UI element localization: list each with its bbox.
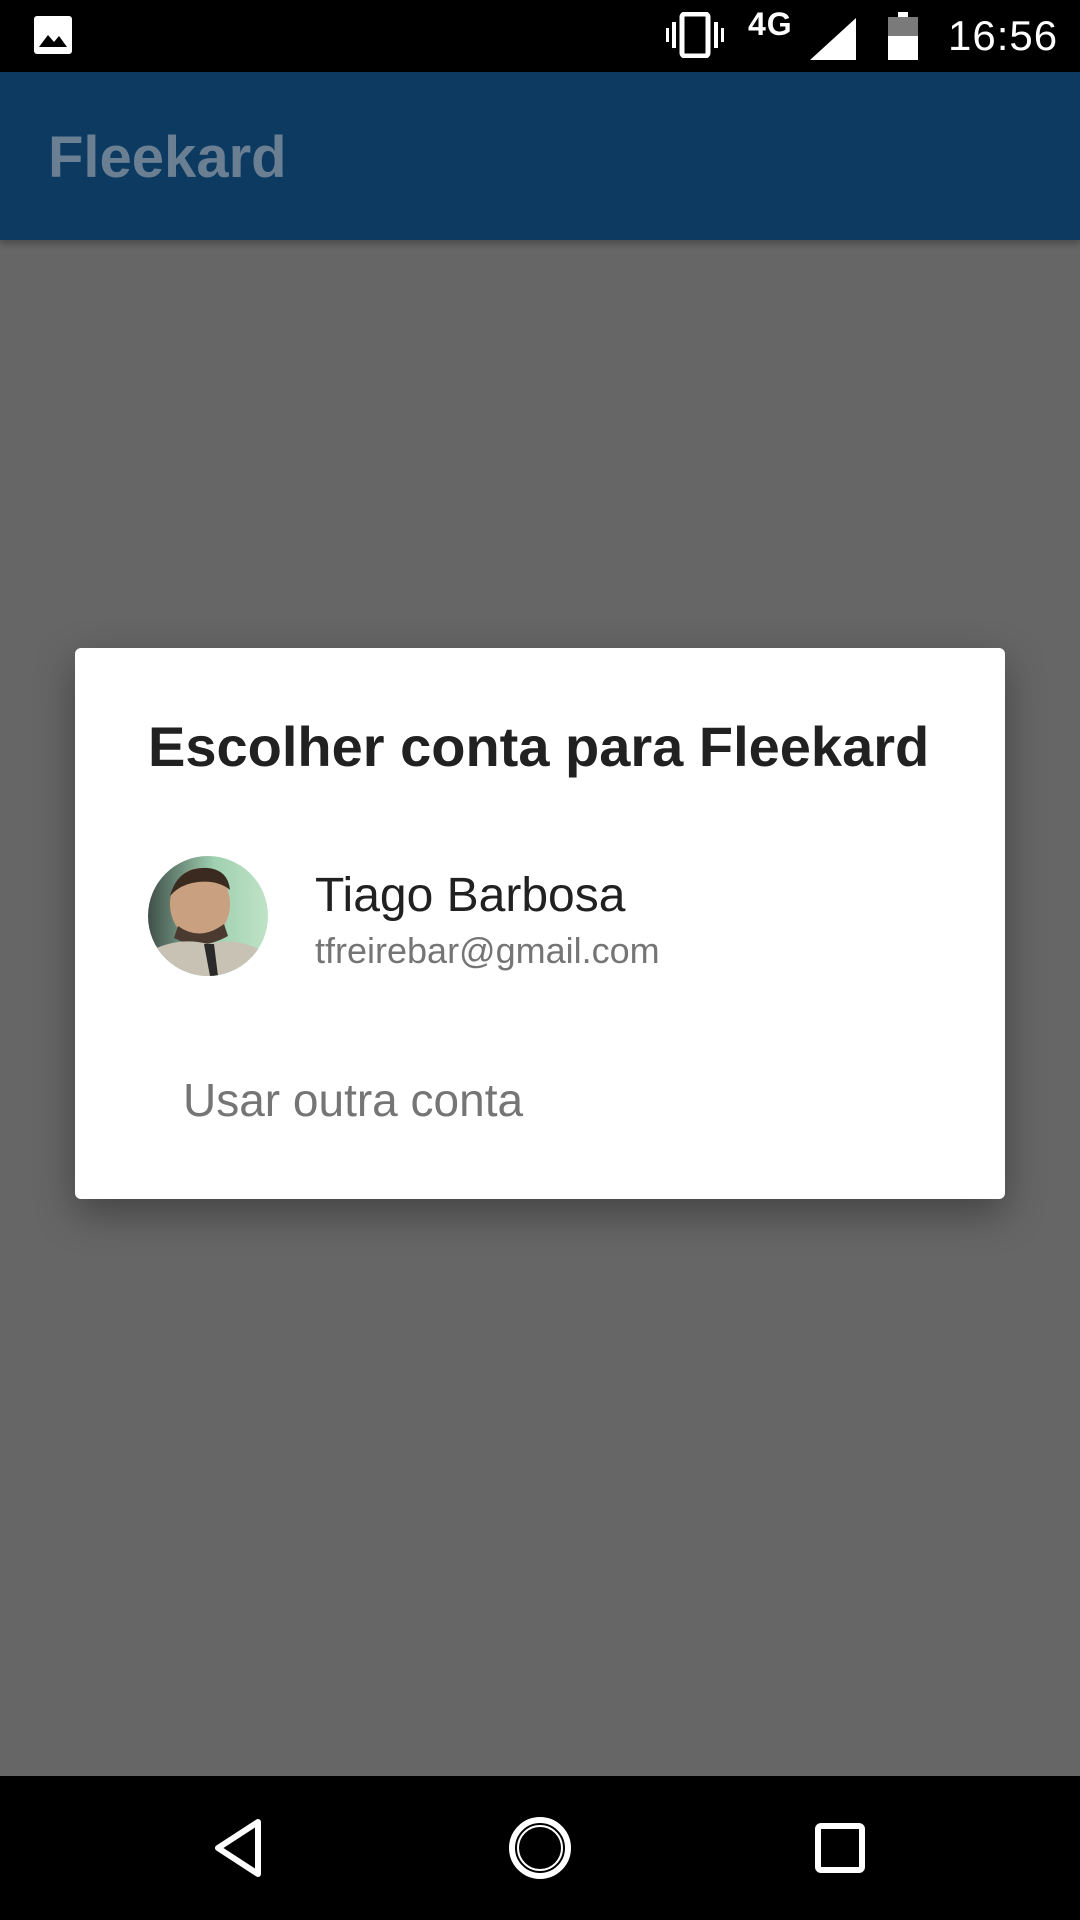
app-bar: Fleekard (0, 72, 1080, 240)
back-icon[interactable] (204, 1812, 276, 1884)
app-title: Fleekard (48, 125, 287, 190)
account-list-item[interactable]: Tiago Barbosa tfreirebar@gmail.com (75, 838, 1005, 988)
navigation-bar (0, 1776, 1080, 1920)
home-icon[interactable] (504, 1812, 576, 1884)
vibrate-icon (666, 12, 724, 58)
gallery-icon (34, 16, 72, 54)
avatar (148, 856, 268, 976)
status-bar: 4G 16:56 (0, 0, 1080, 72)
dialog-title: Escolher conta para Fleekard (148, 715, 930, 778)
account-email: tfreirebar@gmail.com (315, 930, 660, 971)
use-another-account-button[interactable]: Usar outra conta (183, 1073, 523, 1127)
network-type-label: 4G (748, 6, 793, 42)
battery-icon (888, 12, 918, 60)
account-chooser-dialog: Escolher conta para Fleekard Tiago Barbo… (75, 648, 1005, 1199)
status-clock: 16:56 (948, 12, 1059, 59)
account-name: Tiago Barbosa (315, 869, 626, 922)
recents-icon[interactable] (804, 1812, 876, 1884)
signal-icon (810, 18, 856, 60)
